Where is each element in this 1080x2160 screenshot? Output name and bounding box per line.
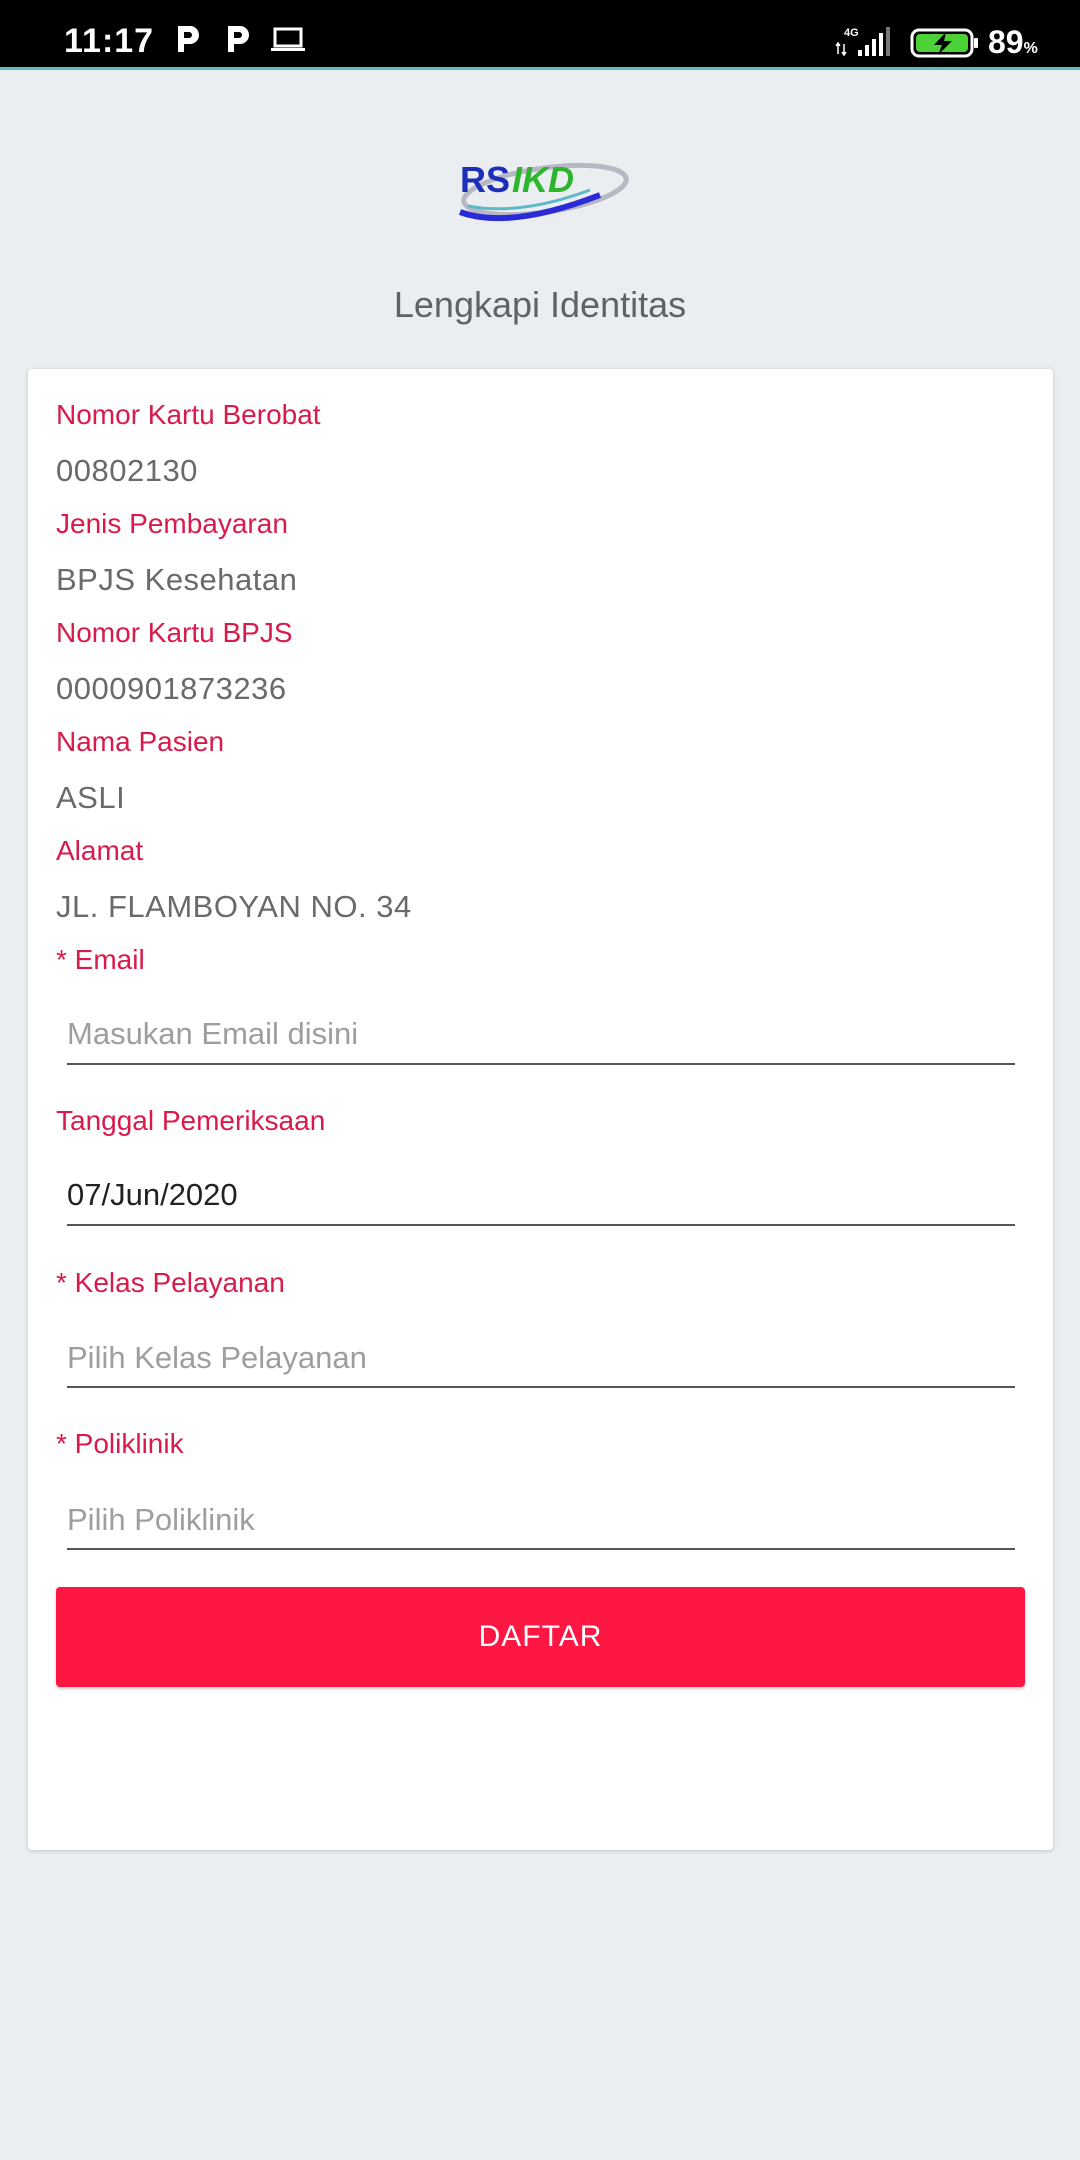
payment-type-value: BPJS Kesehatan (56, 562, 298, 597)
email-label: * Email (56, 944, 145, 975)
service-class-select[interactable]: Pilih Kelas Pelayanan (67, 1332, 1015, 1388)
signal-4g-icon: 4G (835, 27, 890, 57)
identity-form-card: Nomor Kartu Berobat 00802130 Jenis Pemba… (28, 369, 1053, 1850)
laptop-icon (271, 27, 305, 51)
clinic-select[interactable]: Pilih Poliklinik (67, 1494, 1015, 1550)
patient-name-value: ASLI (56, 780, 126, 815)
page-title: Lengkapi Identitas (393, 284, 687, 325)
bpjs-number-value: 0000901873236 (56, 671, 287, 706)
exam-date-field[interactable] (67, 1170, 1015, 1226)
battery-charging-icon (910, 28, 978, 58)
status-bar: 11:17 4G 89% (0, 0, 1080, 70)
svg-text:RS: RS (460, 159, 510, 200)
exam-date-label: Tanggal Pemeriksaan (56, 1105, 326, 1136)
status-time: 11:17 (64, 22, 155, 60)
parking-notification-icon (228, 26, 249, 52)
card-number-value: 00802130 (56, 453, 198, 488)
address-label: Alamat (56, 835, 144, 866)
email-field[interactable] (67, 1009, 1015, 1065)
register-button[interactable]: DAFTAR (56, 1587, 1025, 1687)
bpjs-number-label: Nomor Kartu BPJS (56, 617, 293, 648)
card-number-label: Nomor Kartu Berobat (56, 399, 321, 430)
payment-type-label: Jenis Pembayaran (56, 508, 288, 539)
clinic-label: * Poliklinik (56, 1428, 184, 1459)
svg-text:IKD: IKD (512, 159, 574, 200)
parking-notification-icon (178, 26, 199, 52)
patient-name-label: Nama Pasien (56, 726, 225, 757)
service-class-label: * Kelas Pelayanan (56, 1267, 285, 1298)
svg-text:4G: 4G (844, 27, 859, 39)
battery-level: 89% (988, 24, 1038, 60)
address-value: JL. FLAMBOYAN NO. 34 (56, 889, 412, 924)
rsikd-logo: RS IKD (458, 159, 629, 222)
